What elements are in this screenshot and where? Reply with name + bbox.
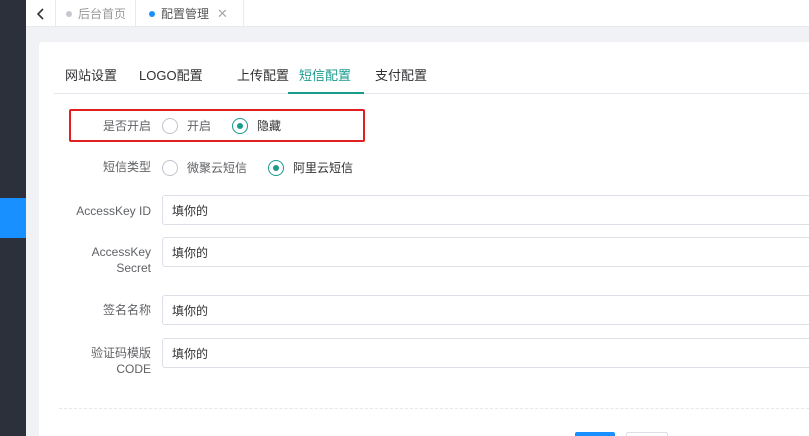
highlight-annotation xyxy=(69,109,365,142)
form-divider xyxy=(59,408,809,409)
access-key-secret-label: AccessKey Secret xyxy=(92,244,151,276)
reset-button[interactable] xyxy=(626,432,668,436)
tab-config[interactable]: 配置管理 ✕ xyxy=(136,0,244,27)
submit-button[interactable] xyxy=(575,432,615,436)
sms-type-radio-group: 微聚云短信 阿里云短信 xyxy=(162,159,374,176)
tab-home-label: 后台首页 xyxy=(78,7,127,21)
access-key-secret-label-line2: Secret xyxy=(116,261,151,275)
template-code-label-line2: CODE xyxy=(116,362,151,376)
access-key-secret-input[interactable]: 填你的 xyxy=(162,237,809,267)
tab-dot-icon xyxy=(66,10,72,17)
tab-config-label: 配置管理 xyxy=(161,7,210,21)
tab-bar: 后台首页 配置管理 ✕ xyxy=(26,0,809,27)
sidebar xyxy=(0,0,26,436)
tab-logo-config[interactable]: LOGO配置 xyxy=(128,58,214,94)
radio-label: 阿里云短信 xyxy=(293,161,354,175)
sms-type-label: 短信类型 xyxy=(102,160,151,174)
sign-name-label: 签名名称 xyxy=(102,303,151,317)
access-key-secret-label-line1: AccessKey xyxy=(91,245,151,259)
close-icon[interactable]: ✕ xyxy=(217,7,228,20)
config-card: 网站设置 LOGO配置 上传配置 短信配置 支付配置 是否开启 开启 隐藏 短信… xyxy=(39,42,809,436)
config-tabs: 网站设置 LOGO配置 上传配置 短信配置 支付配置 xyxy=(54,58,809,94)
access-key-id-label: AccessKey ID xyxy=(76,204,151,218)
tab-payment-config[interactable]: 支付配置 xyxy=(364,58,438,94)
radio-weijuyun-sms[interactable]: 微聚云短信 xyxy=(162,159,247,176)
template-code-label-line1: 验证码模版 xyxy=(90,346,151,360)
template-code-input[interactable]: 填你的 xyxy=(162,338,809,368)
tab-website-settings[interactable]: 网站设置 xyxy=(54,58,128,94)
chevron-left-icon xyxy=(36,7,44,20)
template-code-label: 验证码模版 CODE xyxy=(91,345,151,377)
radio-circle xyxy=(162,159,178,176)
access-key-id-input[interactable]: 填你的 xyxy=(162,195,809,225)
radio-circle-checked xyxy=(268,159,285,176)
tab-sms-config[interactable]: 短信配置 xyxy=(288,58,364,94)
tab-dot-icon xyxy=(149,10,155,17)
sidebar-active-item[interactable] xyxy=(0,198,26,238)
tab-home[interactable]: 后台首页 xyxy=(56,0,136,27)
radio-label: 微聚云短信 xyxy=(187,161,248,175)
radio-aliyun-sms[interactable]: 阿里云短信 xyxy=(268,159,353,176)
sign-name-input[interactable]: 填你的 xyxy=(162,295,809,325)
back-button[interactable] xyxy=(26,0,56,27)
